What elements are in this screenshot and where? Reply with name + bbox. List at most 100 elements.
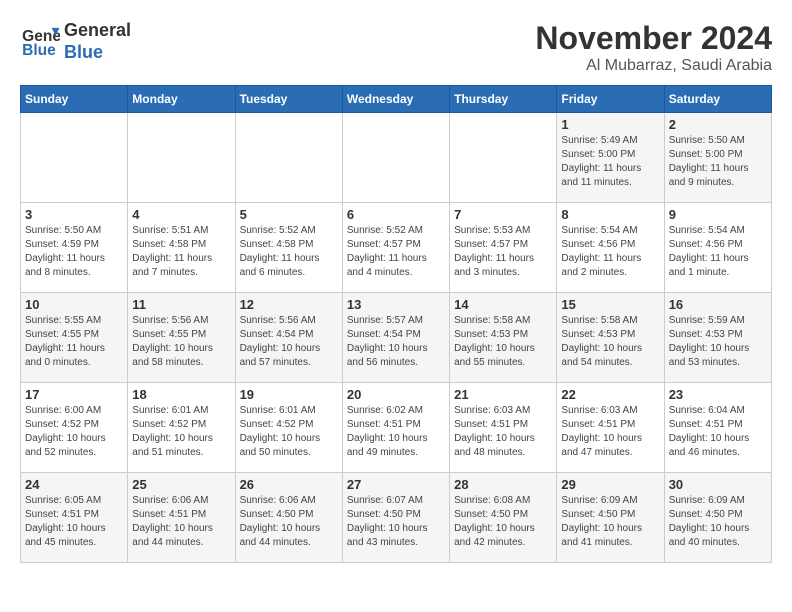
- calendar-cell: [450, 113, 557, 203]
- calendar-cell: 9 Sunrise: 5:54 AMSunset: 4:56 PMDayligh…: [664, 203, 771, 293]
- day-info: Sunrise: 6:00 AMSunset: 4:52 PMDaylight:…: [25, 405, 106, 458]
- calendar-cell: 6 Sunrise: 5:52 AMSunset: 4:57 PMDayligh…: [342, 203, 449, 293]
- calendar-cell: 26 Sunrise: 6:06 AMSunset: 4:50 PMDaylig…: [235, 473, 342, 563]
- day-info: Sunrise: 5:52 AMSunset: 4:58 PMDaylight:…: [240, 225, 320, 278]
- calendar-cell: 24 Sunrise: 6:05 AMSunset: 4:51 PMDaylig…: [21, 473, 128, 563]
- day-info: Sunrise: 6:03 AMSunset: 4:51 PMDaylight:…: [454, 405, 535, 458]
- day-number: 12: [240, 297, 338, 312]
- calendar-cell: 13 Sunrise: 5:57 AMSunset: 4:54 PMDaylig…: [342, 293, 449, 383]
- calendar-cell: 16 Sunrise: 5:59 AMSunset: 4:53 PMDaylig…: [664, 293, 771, 383]
- day-info: Sunrise: 5:55 AMSunset: 4:55 PMDaylight:…: [25, 315, 105, 368]
- day-number: 28: [454, 477, 552, 492]
- day-number: 8: [561, 207, 659, 222]
- title-section: November 2024 Al Mubarraz, Saudi Arabia: [535, 20, 772, 75]
- calendar-table: SundayMondayTuesdayWednesdayThursdayFrid…: [20, 85, 772, 563]
- day-info: Sunrise: 6:09 AMSunset: 4:50 PMDaylight:…: [561, 495, 642, 548]
- day-info: Sunrise: 6:06 AMSunset: 4:51 PMDaylight:…: [132, 495, 213, 548]
- calendar-cell: [342, 113, 449, 203]
- day-info: Sunrise: 6:04 AMSunset: 4:51 PMDaylight:…: [669, 405, 750, 458]
- day-info: Sunrise: 5:53 AMSunset: 4:57 PMDaylight:…: [454, 225, 534, 278]
- calendar-cell: [235, 113, 342, 203]
- calendar-week-row: 3 Sunrise: 5:50 AMSunset: 4:59 PMDayligh…: [21, 203, 772, 293]
- calendar-cell: 10 Sunrise: 5:55 AMSunset: 4:55 PMDaylig…: [21, 293, 128, 383]
- day-number: 24: [25, 477, 123, 492]
- calendar-cell: 20 Sunrise: 6:02 AMSunset: 4:51 PMDaylig…: [342, 383, 449, 473]
- day-info: Sunrise: 5:58 AMSunset: 4:53 PMDaylight:…: [454, 315, 535, 368]
- calendar-cell: 11 Sunrise: 5:56 AMSunset: 4:55 PMDaylig…: [128, 293, 235, 383]
- day-number: 4: [132, 207, 230, 222]
- day-header: Friday: [557, 86, 664, 113]
- calendar-cell: 23 Sunrise: 6:04 AMSunset: 4:51 PMDaylig…: [664, 383, 771, 473]
- day-info: Sunrise: 5:49 AMSunset: 5:00 PMDaylight:…: [561, 135, 641, 188]
- calendar-cell: 1 Sunrise: 5:49 AMSunset: 5:00 PMDayligh…: [557, 113, 664, 203]
- logo-line2: Blue: [64, 42, 131, 64]
- day-number: 25: [132, 477, 230, 492]
- day-info: Sunrise: 6:08 AMSunset: 4:50 PMDaylight:…: [454, 495, 535, 548]
- calendar-cell: 7 Sunrise: 5:53 AMSunset: 4:57 PMDayligh…: [450, 203, 557, 293]
- calendar-cell: 3 Sunrise: 5:50 AMSunset: 4:59 PMDayligh…: [21, 203, 128, 293]
- day-number: 5: [240, 207, 338, 222]
- main-title: November 2024: [535, 20, 772, 57]
- calendar-week-row: 17 Sunrise: 6:00 AMSunset: 4:52 PMDaylig…: [21, 383, 772, 473]
- day-header: Wednesday: [342, 86, 449, 113]
- calendar-cell: 12 Sunrise: 5:56 AMSunset: 4:54 PMDaylig…: [235, 293, 342, 383]
- day-number: 9: [669, 207, 767, 222]
- day-info: Sunrise: 5:58 AMSunset: 4:53 PMDaylight:…: [561, 315, 642, 368]
- day-info: Sunrise: 6:05 AMSunset: 4:51 PMDaylight:…: [25, 495, 106, 548]
- day-number: 6: [347, 207, 445, 222]
- day-number: 29: [561, 477, 659, 492]
- calendar-cell: 27 Sunrise: 6:07 AMSunset: 4:50 PMDaylig…: [342, 473, 449, 563]
- day-number: 15: [561, 297, 659, 312]
- calendar-week-row: 10 Sunrise: 5:55 AMSunset: 4:55 PMDaylig…: [21, 293, 772, 383]
- calendar-cell: 30 Sunrise: 6:09 AMSunset: 4:50 PMDaylig…: [664, 473, 771, 563]
- day-info: Sunrise: 5:52 AMSunset: 4:57 PMDaylight:…: [347, 225, 427, 278]
- day-header: Monday: [128, 86, 235, 113]
- day-header: Thursday: [450, 86, 557, 113]
- day-header: Sunday: [21, 86, 128, 113]
- day-number: 21: [454, 387, 552, 402]
- day-info: Sunrise: 6:06 AMSunset: 4:50 PMDaylight:…: [240, 495, 321, 548]
- svg-text:Blue: Blue: [22, 42, 56, 59]
- calendar-header-row: SundayMondayTuesdayWednesdayThursdayFrid…: [21, 86, 772, 113]
- calendar-cell: 2 Sunrise: 5:50 AMSunset: 5:00 PMDayligh…: [664, 113, 771, 203]
- day-number: 7: [454, 207, 552, 222]
- logo: General Blue General Blue: [20, 20, 131, 63]
- calendar-week-row: 1 Sunrise: 5:49 AMSunset: 5:00 PMDayligh…: [21, 113, 772, 203]
- day-number: 19: [240, 387, 338, 402]
- calendar-cell: 18 Sunrise: 6:01 AMSunset: 4:52 PMDaylig…: [128, 383, 235, 473]
- day-info: Sunrise: 6:03 AMSunset: 4:51 PMDaylight:…: [561, 405, 642, 458]
- day-number: 23: [669, 387, 767, 402]
- calendar-body: 1 Sunrise: 5:49 AMSunset: 5:00 PMDayligh…: [21, 113, 772, 563]
- calendar-cell: 19 Sunrise: 6:01 AMSunset: 4:52 PMDaylig…: [235, 383, 342, 473]
- day-number: 30: [669, 477, 767, 492]
- day-info: Sunrise: 6:01 AMSunset: 4:52 PMDaylight:…: [132, 405, 213, 458]
- day-info: Sunrise: 6:02 AMSunset: 4:51 PMDaylight:…: [347, 405, 428, 458]
- day-info: Sunrise: 6:01 AMSunset: 4:52 PMDaylight:…: [240, 405, 321, 458]
- day-info: Sunrise: 5:54 AMSunset: 4:56 PMDaylight:…: [561, 225, 641, 278]
- day-number: 14: [454, 297, 552, 312]
- day-number: 20: [347, 387, 445, 402]
- day-info: Sunrise: 6:09 AMSunset: 4:50 PMDaylight:…: [669, 495, 750, 548]
- calendar-cell: 22 Sunrise: 6:03 AMSunset: 4:51 PMDaylig…: [557, 383, 664, 473]
- day-info: Sunrise: 5:51 AMSunset: 4:58 PMDaylight:…: [132, 225, 212, 278]
- calendar-cell: 8 Sunrise: 5:54 AMSunset: 4:56 PMDayligh…: [557, 203, 664, 293]
- calendar-cell: 21 Sunrise: 6:03 AMSunset: 4:51 PMDaylig…: [450, 383, 557, 473]
- day-number: 17: [25, 387, 123, 402]
- calendar-cell: 25 Sunrise: 6:06 AMSunset: 4:51 PMDaylig…: [128, 473, 235, 563]
- day-number: 26: [240, 477, 338, 492]
- calendar-cell: 28 Sunrise: 6:08 AMSunset: 4:50 PMDaylig…: [450, 473, 557, 563]
- calendar-cell: 4 Sunrise: 5:51 AMSunset: 4:58 PMDayligh…: [128, 203, 235, 293]
- calendar-cell: 14 Sunrise: 5:58 AMSunset: 4:53 PMDaylig…: [450, 293, 557, 383]
- day-info: Sunrise: 5:50 AMSunset: 4:59 PMDaylight:…: [25, 225, 105, 278]
- day-info: Sunrise: 5:56 AMSunset: 4:55 PMDaylight:…: [132, 315, 213, 368]
- day-number: 16: [669, 297, 767, 312]
- day-number: 1: [561, 117, 659, 132]
- logo-icon: General Blue: [20, 24, 60, 59]
- day-number: 22: [561, 387, 659, 402]
- day-info: Sunrise: 5:56 AMSunset: 4:54 PMDaylight:…: [240, 315, 321, 368]
- calendar-week-row: 24 Sunrise: 6:05 AMSunset: 4:51 PMDaylig…: [21, 473, 772, 563]
- day-number: 11: [132, 297, 230, 312]
- day-info: Sunrise: 5:54 AMSunset: 4:56 PMDaylight:…: [669, 225, 749, 278]
- day-number: 18: [132, 387, 230, 402]
- day-info: Sunrise: 6:07 AMSunset: 4:50 PMDaylight:…: [347, 495, 428, 548]
